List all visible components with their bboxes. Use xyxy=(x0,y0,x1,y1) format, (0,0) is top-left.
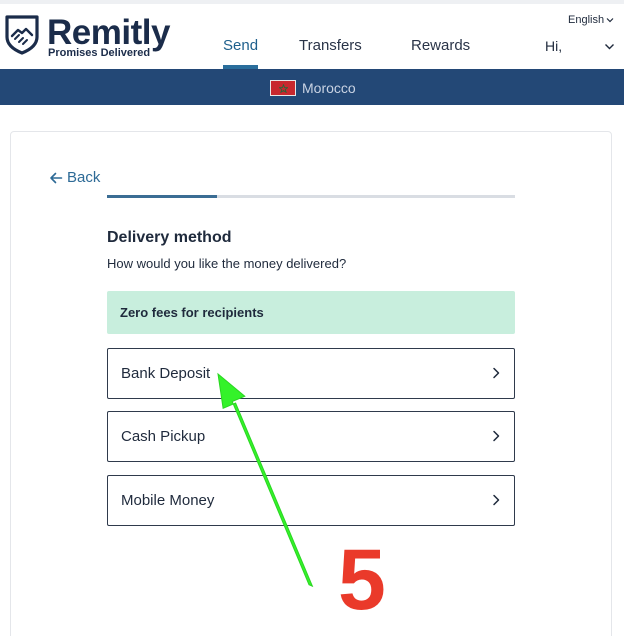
nav-transfers[interactable]: Transfers xyxy=(299,36,362,56)
destination-country: Morocco xyxy=(302,80,356,96)
chevron-right-icon xyxy=(493,494,500,506)
page-title: Delivery method xyxy=(107,229,232,246)
arrow-left-icon xyxy=(50,172,63,184)
site-header: Remitly Promises Delivered Send Transfer… xyxy=(0,4,624,69)
nav-rewards[interactable]: Rewards xyxy=(411,36,470,56)
language-selector[interactable]: English xyxy=(568,13,614,27)
progress-fill xyxy=(107,195,218,198)
option-label: Bank Deposit xyxy=(121,365,211,382)
page-subtitle: How would you like the money delivered? xyxy=(107,256,347,271)
option-label: Mobile Money xyxy=(121,492,215,509)
chevron-right-icon xyxy=(493,367,500,379)
chevron-right-icon xyxy=(493,430,500,442)
annotation-step-number: 5 xyxy=(338,532,386,628)
promo-banner: Zero fees for recipients xyxy=(107,291,515,334)
nav-send[interactable]: Send xyxy=(223,36,258,56)
progress-bar xyxy=(107,195,515,198)
option-cash-pickup[interactable]: Cash Pickup xyxy=(107,411,515,462)
option-label: Cash Pickup xyxy=(121,428,206,445)
morocco-flag-icon xyxy=(270,80,296,96)
remitly-logo-icon[interactable] xyxy=(5,15,39,55)
promo-text: Zero fees for recipients xyxy=(120,305,264,320)
brand-tagline: Promises Delivered xyxy=(48,47,151,59)
option-bank-deposit[interactable]: Bank Deposit xyxy=(107,348,515,399)
chevron-down-icon xyxy=(606,18,614,23)
back-link[interactable]: Back xyxy=(49,168,100,188)
language-label: English xyxy=(568,14,605,26)
user-greeting[interactable]: Hi, xyxy=(545,37,562,55)
star-icon xyxy=(279,84,288,93)
option-mobile-money[interactable]: Mobile Money xyxy=(107,475,515,526)
back-label: Back xyxy=(67,169,101,186)
chevron-down-icon[interactable] xyxy=(604,41,615,52)
